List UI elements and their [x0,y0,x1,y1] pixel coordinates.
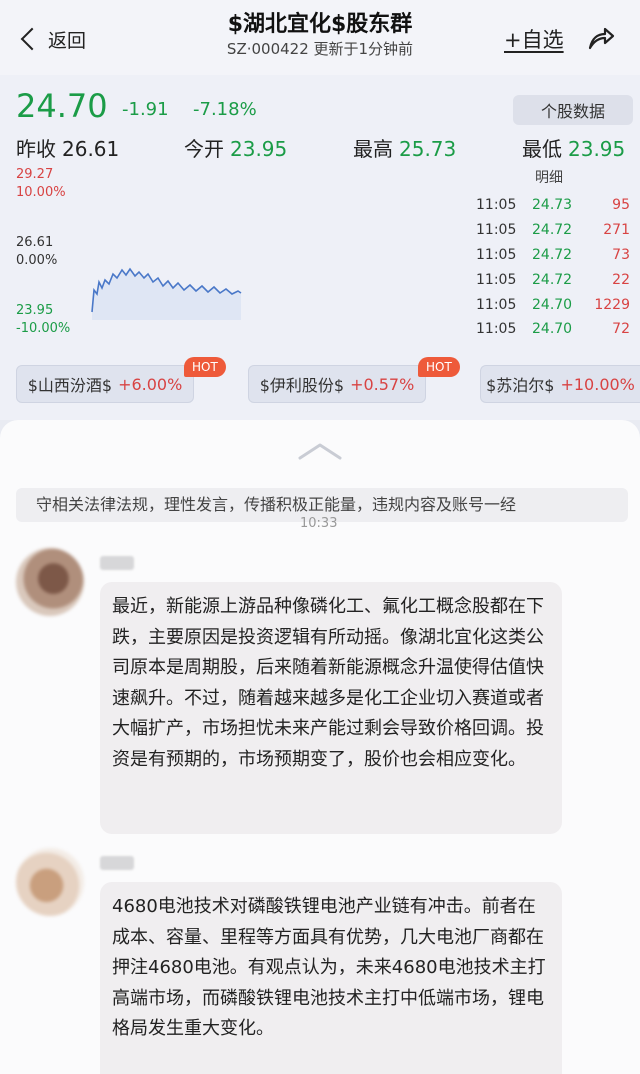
tick-price: 24.72 [532,271,573,288]
stock-data-button[interactable]: 个股数据 [513,95,633,125]
tick-time: 11:05 [476,271,517,288]
tick-price: 24.72 [532,246,573,263]
axis-mid-price: 26.61 [16,235,54,250]
related-stock-name: $伊利股份$ [259,376,345,395]
related-stock-change: +0.57% [350,374,415,394]
prev-close-value: 26.61 [62,137,120,161]
tick-price: 24.73 [532,197,573,214]
low-price: 最低 23.95 [522,133,625,162]
high-price: 最高 25.73 [353,133,456,162]
hot-badge: HOT [418,357,460,377]
high-value: 25.73 [399,137,457,161]
axis-top-percent: 10.00% [16,185,66,200]
tick-price: 24.72 [532,222,573,239]
tick-qty: 22 [612,271,630,288]
low-value: 23.95 [568,137,626,161]
price-change: -1.91 [122,99,169,120]
add-watchlist-button[interactable]: +自选 [504,24,564,54]
message-bubble[interactable]: 4680电池技术对磷酸铁锂电池产业链有冲击。前者在成本、容量、里程等方面具有优势… [100,882,562,1074]
tick-row: 11:05 24.70 72 [476,317,630,342]
username-blurred [100,556,134,570]
tick-time: 11:05 [476,321,517,338]
message-bubble[interactable]: 最近，新能源上游品种像磷化工、氟化工概念股都在下跌，主要原因是投资逻辑有所动摇。… [100,582,562,834]
tick-qty: 1229 [594,296,630,313]
avatar[interactable] [16,848,84,916]
related-stock-name: $苏泊尔$ [486,376,555,395]
intraday-chart[interactable] [80,260,250,320]
tick-row: 11:05 24.73 95 [476,193,630,218]
tick-time: 11:05 [476,246,517,263]
quote-panel: 24.70 -1.91 -7.18% 个股数据 昨收 26.61 今开 23.95 … [0,75,640,420]
price-change-percent: -7.18% [193,99,257,120]
related-stock-chip[interactable]: $伊利股份$ +0.57% [248,365,426,403]
hot-badge: HOT [184,357,226,377]
axis-bottom-price: 23.95 [16,303,54,318]
related-stock-name: $山西汾酒$ [27,376,113,395]
prev-close: 昨收 26.61 [16,133,119,162]
current-price: 24.70 [16,87,108,125]
related-stock-change: +6.00% [118,374,183,394]
tick-row: 11:05 24.72 73 [476,243,630,268]
username-blurred [100,856,134,870]
axis-bottom-percent: -10.00% [16,321,71,336]
tick-time: 11:05 [476,296,517,313]
share-icon[interactable] [586,24,616,52]
related-stock-chip[interactable]: $苏泊尔$ +10.00% [480,365,640,403]
axis-mid-percent: 0.00% [16,253,58,268]
related-stock-chip[interactable]: $山西汾酒$ +6.00% [16,365,194,403]
tick-qty: 95 [612,197,630,214]
open-value: 23.95 [230,137,288,161]
low-label: 最低 [522,137,562,161]
tick-qty: 72 [612,321,630,338]
chat-area[interactable]: 守相关法律法规，理性发言，传播积极正能量，违规内容及账号一经 10:33 最近，… [0,420,640,1074]
tick-price: 24.70 [532,321,573,338]
message-time: 10:33 [300,516,338,531]
open-label: 今开 [184,137,224,161]
tick-qty: 271 [603,222,630,239]
trade-ticks: 11:05 24.73 95 11:05 24.72 271 11:05 24.72 73 … [476,193,630,342]
detail-label: 明细 [535,170,563,186]
tick-row: 11:05 24.70 1229 [476,292,630,317]
tick-row: 11:05 24.72 271 [476,218,630,243]
tick-row: 11:05 24.72 22 [476,267,630,292]
related-stock-change: +10.00% [560,374,635,394]
axis-top-price: 29.27 [16,167,54,182]
tick-time: 11:05 [476,222,517,239]
tick-price: 24.70 [532,296,573,313]
avatar[interactable] [16,548,84,616]
top-bar: 返回 $湖北宜化$股东群 SZ·000422 更新于1分钟前 +自选 [0,0,640,75]
open-price: 今开 23.95 [184,133,287,162]
prev-close-label: 昨收 [16,137,56,161]
high-label: 最高 [353,137,393,161]
tick-time: 11:05 [476,197,517,214]
tick-qty: 73 [612,246,630,263]
chevron-up-icon[interactable] [296,440,344,462]
